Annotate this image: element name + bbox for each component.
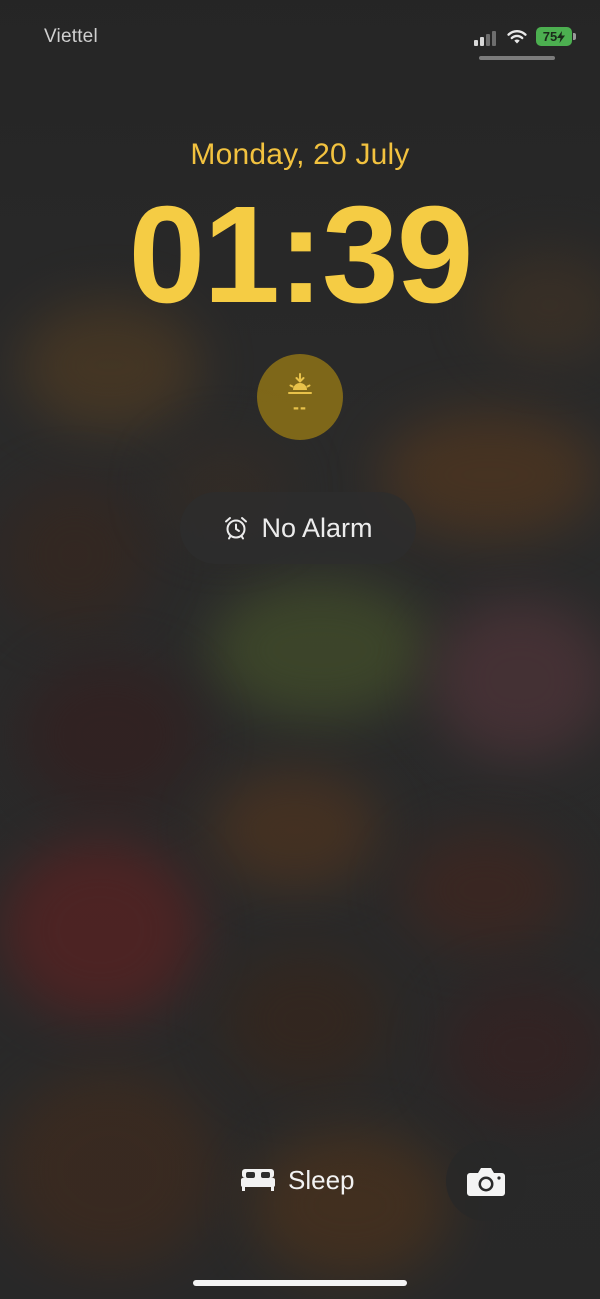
lock-screen: Viettel 75 Monday, 20 July 01:39 -- No A… xyxy=(0,0,600,1299)
carrier-name: Viettel xyxy=(44,26,98,47)
alarm-label: No Alarm xyxy=(261,512,373,543)
battery-icon: 75 xyxy=(536,27,572,46)
lock-screen-time: 01:39 xyxy=(128,178,474,332)
sleep-label: Sleep xyxy=(288,1164,355,1195)
sunrise-icon xyxy=(288,372,312,394)
battery-tip xyxy=(573,33,576,40)
lock-screen-date: Monday, 20 July xyxy=(190,138,410,171)
control-center-indicator[interactable] xyxy=(479,56,555,60)
battery-level: 75 xyxy=(542,29,558,44)
camera-icon xyxy=(467,1168,505,1196)
alarm-widget[interactable]: No Alarm xyxy=(180,492,416,564)
sleep-button[interactable]: Sleep xyxy=(240,1160,355,1200)
wifi-icon xyxy=(507,30,527,44)
home-indicator[interactable] xyxy=(193,1280,407,1286)
cellular-signal-icon xyxy=(474,30,500,46)
sunrise-widget[interactable]: -- xyxy=(257,354,343,440)
sunrise-value: -- xyxy=(293,396,307,417)
camera-button[interactable] xyxy=(446,1141,526,1221)
bed-icon xyxy=(241,1169,275,1191)
status-bar: Viettel 75 xyxy=(0,0,600,70)
alarm-clock-icon xyxy=(225,517,248,540)
charging-bolt-icon xyxy=(557,30,566,43)
